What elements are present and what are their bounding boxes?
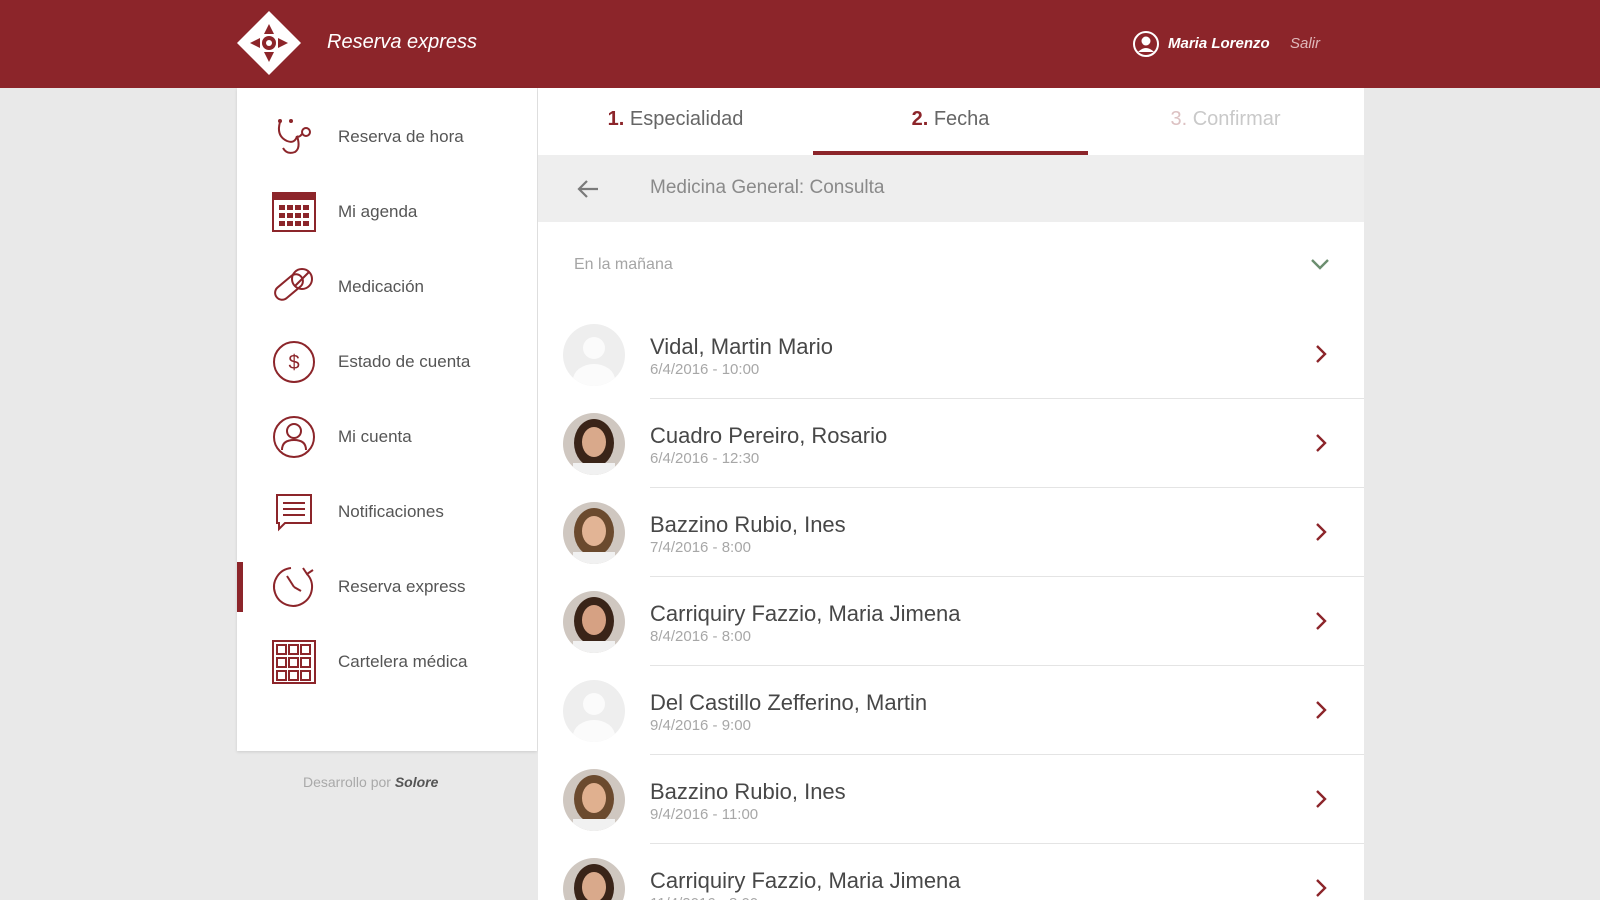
chevron-down-icon[interactable] <box>1308 252 1332 276</box>
tab-label: Fecha <box>933 108 990 130</box>
svg-text:$: $ <box>288 352 299 374</box>
doctor-row[interactable]: Carriquiry Fazzio, Maria Jimena 11/4/2016… <box>538 844 1364 900</box>
specialty-header: Medicina General: Consulta <box>538 155 1364 222</box>
doctor-row[interactable]: Del Castillo Zefferino, Martin 9/4/2016 -… <box>538 666 1364 755</box>
doctor-name: Carriquiry Fazzio, Maria Jimena <box>650 868 961 893</box>
sidebar-item-mi-agenda[interactable]: Mi agenda <box>237 175 537 250</box>
user-name[interactable]: Maria Lorenzo <box>1168 35 1270 52</box>
tab-confirmar[interactable]: 3. Confirmar <box>1088 88 1363 155</box>
dollar-icon: $ <box>273 341 315 383</box>
logout-link[interactable]: Salir <box>1290 35 1320 52</box>
tab-number: 2. <box>911 108 929 130</box>
tab-label: Confirmar <box>1192 108 1281 130</box>
doctor-name: Bazzino Rubio, Ines <box>650 512 846 537</box>
doctor-list: Vidal, Martin Mario 6/4/2016 - 10:00 Cuadr… <box>538 310 1364 900</box>
doctor-row[interactable]: Bazzino Rubio, Ines 7/4/2016 - 8:00 <box>538 488 1364 577</box>
app-title: Reserva express <box>327 31 478 53</box>
calendar-icon <box>272 192 316 232</box>
sidebar-item-reserva-express[interactable]: Reserva express <box>237 550 537 625</box>
tab-especialidad[interactable]: 1. Especialidad <box>538 88 813 155</box>
top-bar: Reserva express Maria Lorenzo Salir <box>0 0 1600 88</box>
doctor-name: Del Castillo Zefferino, Martin <box>650 690 928 715</box>
app-logo-icon[interactable] <box>236 10 302 76</box>
main-panel: 1. Especialidad 2. Fecha 3. Confirmar Me… <box>538 88 1364 900</box>
tab-number: 3. <box>1170 108 1188 130</box>
developer-label: Desarrollo por <box>303 774 391 790</box>
doctor-row[interactable]: Bazzino Rubio, Ines 9/4/2016 - 11:00 <box>538 755 1364 844</box>
doctor-name: Carriquiry Fazzio, Maria Jimena <box>650 601 961 626</box>
sidebar-item-label: Estado de cuenta <box>338 352 471 371</box>
appointment-datetime: 8/4/2016 - 8:00 <box>650 628 751 645</box>
sidebar-item-medicacion[interactable]: Medicación <box>237 250 537 325</box>
user-avatar-icon[interactable] <box>1133 31 1159 57</box>
sidebar-item-label: Reserva express <box>338 577 466 596</box>
step-tabs: 1. Especialidad 2. Fecha 3. Confirmar <box>538 88 1364 155</box>
doctor-avatar <box>563 858 625 900</box>
doctor-name: Cuadro Pereiro, Rosario <box>650 423 888 448</box>
chevron-right-icon[interactable] <box>1310 876 1332 900</box>
doctor-avatar <box>563 413 625 475</box>
tab-number: 1. <box>607 108 625 130</box>
developer-name[interactable]: Solore <box>395 774 439 790</box>
stethoscope-icon <box>277 119 311 154</box>
back-arrow-icon[interactable] <box>574 175 602 203</box>
appointment-datetime: 11/4/2016 - 8:00 <box>650 895 758 900</box>
chevron-right-icon[interactable] <box>1310 431 1332 455</box>
chevron-right-icon[interactable] <box>1310 609 1332 633</box>
sidebar-item-notificaciones[interactable]: Notificaciones <box>237 475 537 550</box>
doctor-name: Bazzino Rubio, Ines <box>650 779 846 804</box>
developer-credit: Desarrollo por Solore <box>303 774 438 790</box>
user-icon <box>273 416 315 458</box>
doctor-name: Vidal, Martin Mario <box>650 334 833 359</box>
sidebar-item-label: Notificaciones <box>338 502 444 521</box>
board-icon <box>272 640 316 684</box>
specialty-title: Medicina General: Consulta <box>650 177 885 198</box>
sidebar: Reserva de hora Mi agenda Medicación $ E… <box>237 88 537 751</box>
appointment-datetime: 6/4/2016 - 12:30 <box>650 450 760 467</box>
doctor-row[interactable]: Vidal, Martin Mario 6/4/2016 - 10:00 <box>538 310 1364 399</box>
section-title: En la mañana <box>574 256 673 273</box>
appointment-datetime: 7/4/2016 - 8:00 <box>650 539 751 556</box>
chevron-right-icon[interactable] <box>1310 698 1332 722</box>
sidebar-item-label: Medicación <box>338 277 424 296</box>
tab-label: Especialidad <box>629 108 744 130</box>
chevron-right-icon[interactable] <box>1310 787 1332 811</box>
appointment-datetime: 9/4/2016 - 11:00 <box>650 806 759 823</box>
doctor-avatar <box>563 324 625 386</box>
chevron-right-icon[interactable] <box>1310 342 1332 366</box>
message-icon <box>276 494 312 532</box>
chevron-right-icon[interactable] <box>1310 520 1332 544</box>
pills-icon <box>274 268 313 301</box>
express-icon <box>273 567 314 607</box>
sidebar-item-label: Mi cuenta <box>338 427 412 446</box>
doctor-avatar <box>563 769 625 831</box>
appointment-datetime: 9/4/2016 - 9:00 <box>650 717 751 734</box>
doctor-avatar <box>563 502 625 564</box>
doctor-row[interactable]: Carriquiry Fazzio, Maria Jimena 8/4/2016 … <box>538 577 1364 666</box>
doctor-row[interactable]: Cuadro Pereiro, Rosario 6/4/2016 - 12:30 <box>538 399 1364 488</box>
doctor-avatar <box>563 680 625 742</box>
sidebar-item-label: Mi agenda <box>338 202 418 221</box>
tab-fecha[interactable]: 2. Fecha <box>813 88 1088 155</box>
sidebar-item-label: Reserva de hora <box>338 127 464 146</box>
appointment-datetime: 6/4/2016 - 10:00 <box>650 361 760 378</box>
sidebar-item-reserva-de-hora[interactable]: Reserva de hora <box>237 100 537 175</box>
sidebar-item-cartelera-medica[interactable]: Cartelera médica <box>237 625 537 700</box>
sidebar-item-label: Cartelera médica <box>338 652 468 671</box>
sidebar-item-mi-cuenta[interactable]: Mi cuenta <box>237 400 537 475</box>
doctor-avatar <box>563 591 625 653</box>
sidebar-item-estado-de-cuenta[interactable]: $ Estado de cuenta <box>237 325 537 400</box>
